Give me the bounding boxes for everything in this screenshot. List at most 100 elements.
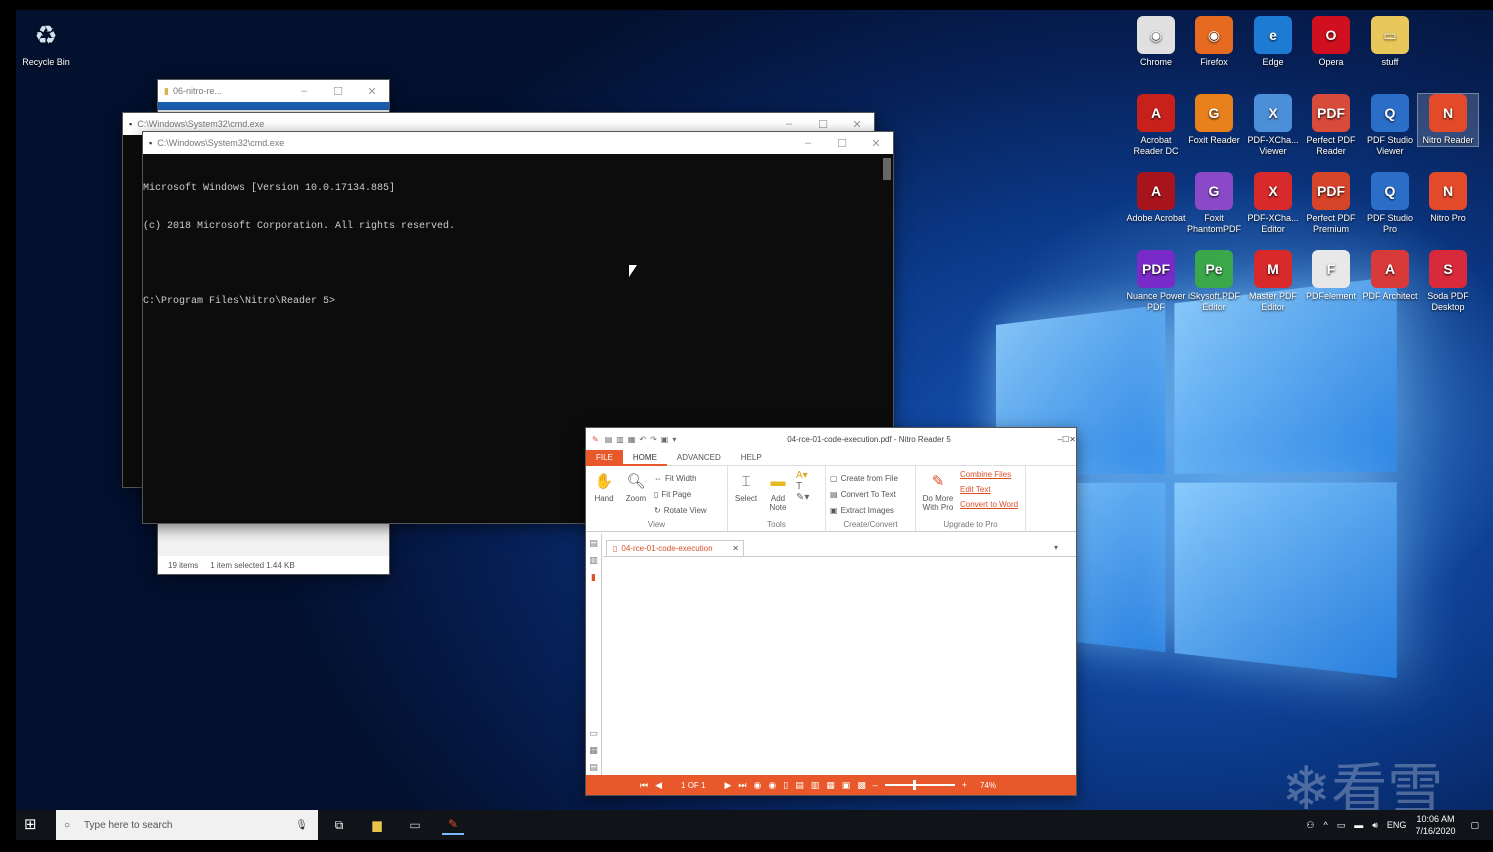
document-view[interactable] (603, 556, 1076, 777)
minimize-button[interactable]: – (772, 118, 806, 130)
battery-icon[interactable]: ▬ (1354, 820, 1363, 830)
create-from-file-button[interactable]: ▢ Create from File (830, 470, 911, 486)
desktop-icon[interactable]: X PDF-XCha... Editor (1243, 172, 1303, 235)
maximize-button[interactable]: ☐ (825, 137, 859, 150)
full-screen-icon[interactable]: ▩ (857, 780, 866, 791)
maximize-button[interactable]: ☐ (806, 118, 840, 131)
desktop-icon[interactable]: PDF Perfect PDF Reader (1301, 94, 1361, 157)
forward-view-icon[interactable]: ◉ (768, 780, 776, 791)
desktop-icon[interactable]: M Master PDF Editor (1243, 250, 1303, 313)
facing-icon[interactable]: ▥ (811, 780, 820, 791)
comments-panel-icon[interactable]: ▭ (589, 728, 598, 739)
bookmarks-panel-icon[interactable]: ▥ (589, 555, 598, 566)
tab-list-dropdown-icon[interactable]: ▾ (1054, 543, 1058, 552)
fit-page-button[interactable]: ▯ Fit Page (654, 486, 707, 502)
quick-access-toolbar[interactable]: ▤▥▦↶↷▣▾ (605, 435, 681, 444)
pen-icon[interactable]: ✎▾ (796, 492, 809, 503)
properties-panel-icon[interactable]: ▤ (589, 762, 598, 773)
desktop-icon[interactable]: G Foxit PhantomPDF (1184, 172, 1244, 235)
notifications-icon[interactable]: ▢ (1470, 820, 1479, 831)
zoom-out-icon[interactable]: – (873, 780, 878, 790)
taskbar-file-explorer[interactable]: ▆ (366, 815, 388, 835)
clock[interactable]: 10:06 AM 7/16/2020 (1415, 813, 1455, 837)
desktop-icon[interactable]: ▭ stuff (1360, 16, 1420, 68)
scrollbar-thumb[interactable] (883, 158, 891, 180)
close-button[interactable]: ✕ (840, 118, 874, 131)
desktop-icon-recycle-bin[interactable]: ♻ Recycle Bin (16, 16, 76, 68)
desktop-icon[interactable]: A Adobe Acrobat (1126, 172, 1186, 224)
maximize-button[interactable]: ☐ (321, 85, 355, 98)
desktop-icon[interactable]: O Opera (1301, 16, 1361, 68)
desktop-icon[interactable]: e Edge (1243, 16, 1303, 68)
desktop-icon[interactable]: PDF Perfect PDF Premium (1301, 172, 1361, 235)
desktop-icon[interactable]: F PDFelement (1301, 250, 1361, 302)
volume-icon[interactable]: 🔊︎ (1372, 820, 1378, 831)
search-box[interactable]: ○ Type here to search 🎙︎ (56, 810, 318, 840)
tab-help[interactable]: HELP (731, 450, 772, 466)
minimize-button[interactable]: – (287, 85, 321, 97)
close-button[interactable]: ✕ (859, 137, 893, 150)
last-page-icon[interactable]: ⏭ (738, 780, 746, 791)
show-hidden-icons-icon[interactable]: ^ (1324, 820, 1328, 830)
convert-to-word-link[interactable]: Convert to Word (960, 500, 1018, 515)
facing-continuous-icon[interactable]: ▦ (826, 780, 835, 791)
close-button[interactable]: ✕ (355, 85, 389, 98)
attachments-panel-icon[interactable]: ▮ (591, 572, 596, 583)
close-button[interactable]: ✕ (1069, 435, 1076, 444)
cmd-titlebar[interactable]: ▪ C:\Windows\System32\cmd.exe – ☐ ✕ (143, 132, 893, 154)
desktop-icon[interactable]: Pe iSkysoft PDF Editor (1184, 250, 1244, 313)
output-panel-icon[interactable]: ▦ (589, 745, 598, 756)
taskbar-nitro-reader[interactable]: ✎ (442, 815, 464, 835)
maximize-button[interactable]: ☐ (1062, 435, 1069, 444)
people-icon[interactable]: ⚇ (1306, 820, 1314, 831)
back-view-icon[interactable]: ◉ (754, 780, 762, 791)
desktop-icon[interactable]: S Soda PDF Desktop (1418, 250, 1478, 313)
close-tab-icon[interactable]: ✕ (732, 544, 743, 553)
microphone-icon[interactable]: 🎙︎ (295, 820, 308, 831)
desktop-icon[interactable]: Q PDF Studio Pro (1360, 172, 1420, 235)
desktop-icon[interactable]: N Nitro Reader (1418, 94, 1478, 146)
single-page-icon[interactable]: ▯ (783, 780, 788, 791)
continuous-icon[interactable]: ▤ (795, 780, 804, 791)
document-tab[interactable]: ▯ 04-rce-01-code-execution ✕ (606, 540, 744, 556)
zoom-slider-thumb[interactable] (913, 780, 916, 790)
fit-width-button[interactable]: ⇔ Fit Width (654, 470, 707, 486)
taskbar-cmd[interactable]: ▭ (404, 815, 426, 835)
edit-text-link[interactable]: Edit Text (960, 485, 1018, 500)
zoom-slider[interactable] (885, 784, 955, 786)
tab-file[interactable]: FILE (586, 450, 623, 466)
fit-window-icon[interactable]: ▣ (842, 780, 851, 791)
desktop-icon[interactable]: ◉ Chrome (1126, 16, 1186, 68)
minimize-button[interactable]: – (791, 137, 825, 149)
app-icon: M (1254, 250, 1292, 288)
desktop-icon[interactable]: N Nitro Pro (1418, 172, 1478, 224)
highlight-icon[interactable]: A▾ (796, 470, 809, 481)
convert-to-text-button[interactable]: ▤ Convert To Text (830, 486, 911, 502)
language-indicator[interactable]: ENG (1387, 820, 1407, 830)
desktop-icon[interactable]: G Foxit Reader (1184, 94, 1244, 146)
pages-panel-icon[interactable]: ▤ (589, 538, 598, 549)
combine-files-link[interactable]: Combine Files (960, 470, 1018, 485)
start-button[interactable]: ⊞ (24, 815, 37, 833)
zoom-in-icon[interactable]: + (962, 780, 967, 790)
desktop-icon[interactable]: ◉ Firefox (1184, 16, 1244, 68)
desktop-icon[interactable]: A PDF Architect (1360, 250, 1420, 302)
task-view-button[interactable]: ⧉ (328, 815, 350, 835)
tab-home[interactable]: HOME (623, 450, 667, 466)
nitro-logo-icon: ✎ (592, 435, 599, 444)
next-page-icon[interactable]: ▶ (724, 780, 731, 791)
desktop-icon[interactable]: Q PDF Studio Viewer (1360, 94, 1420, 157)
extract-images-button[interactable]: ▣ Extract Images (830, 502, 911, 518)
nitro-reader-window[interactable]: ✎ ▤▥▦↶↷▣▾ 04-rce-01-code-execution.pdf -… (585, 427, 1077, 796)
rotate-view-button[interactable]: ↻ Rotate View (654, 502, 707, 518)
first-page-icon[interactable]: ⏮ (640, 780, 648, 791)
desktop-icon[interactable]: PDF Nuance Power PDF (1126, 250, 1186, 313)
text-icon[interactable]: T (796, 481, 809, 492)
tab-advanced[interactable]: ADVANCED (667, 450, 731, 466)
nitro-titlebar[interactable]: ✎ ▤▥▦↶↷▣▾ 04-rce-01-code-execution.pdf -… (586, 428, 1076, 450)
prev-page-icon[interactable]: ◀ (655, 780, 662, 791)
desktop-icon[interactable]: A Acrobat Reader DC (1126, 94, 1186, 157)
network-icon[interactable]: ▭ (1337, 820, 1346, 831)
explorer-titlebar[interactable]: ▮ 06-nitro-re... – ☐ ✕ (158, 80, 389, 102)
desktop-icon[interactable]: X PDF-XCha... Viewer (1243, 94, 1303, 157)
